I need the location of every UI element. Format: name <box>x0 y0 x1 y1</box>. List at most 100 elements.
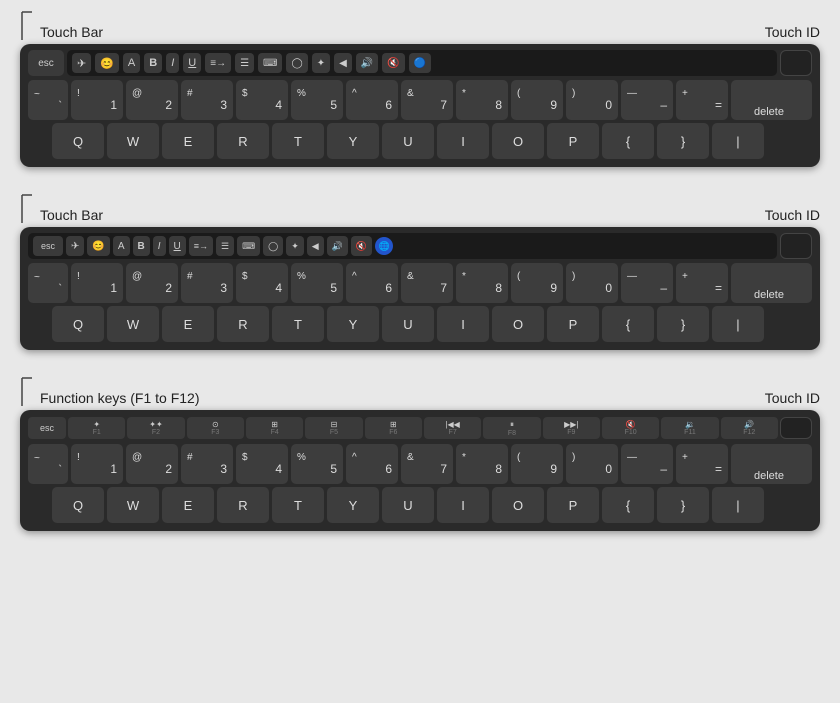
tb2-brightness[interactable]: ✦ <box>286 236 304 256</box>
key-t[interactable]: T <box>272 123 324 159</box>
key-3-1[interactable]: !1 <box>71 444 123 484</box>
tb-align[interactable]: ≡→ <box>205 53 231 73</box>
key-3-2[interactable]: @2 <box>126 444 178 484</box>
tb2-siri[interactable]: 🌐 <box>375 237 393 255</box>
key-p[interactable]: P <box>547 123 599 159</box>
key-lbrace[interactable]: { <box>602 123 654 159</box>
tb-bold[interactable]: B <box>144 53 162 73</box>
tb-keyboard[interactable]: ⌨ <box>258 53 282 73</box>
fn-f6[interactable]: ⊞F6 <box>365 417 422 439</box>
key-e[interactable]: E <box>162 123 214 159</box>
key-1[interactable]: !1 <box>71 80 123 120</box>
key-3-equals[interactable]: += <box>676 444 728 484</box>
key-3-r[interactable]: R <box>217 487 269 523</box>
key-delete1[interactable]: delete <box>731 80 812 120</box>
key-2-3[interactable]: #3 <box>181 263 233 303</box>
key-2-4[interactable]: $4 <box>236 263 288 303</box>
key-3-4[interactable]: $4 <box>236 444 288 484</box>
key-3-t[interactable]: T <box>272 487 324 523</box>
key-r[interactable]: R <box>217 123 269 159</box>
tb2-italic[interactable]: I <box>153 236 166 256</box>
key-2-minus[interactable]: —– <box>621 263 673 303</box>
tb2-emoji[interactable]: 😊 <box>87 236 109 256</box>
tb2-volume[interactable]: 🔊 <box>327 236 348 256</box>
key-3-rbrace[interactable]: } <box>657 487 709 523</box>
tb2-kbd[interactable]: ⌨ <box>237 236 260 256</box>
key-3-8[interactable]: *8 <box>456 444 508 484</box>
key-2-e[interactable]: E <box>162 306 214 342</box>
key-3-7[interactable]: &7 <box>401 444 453 484</box>
tb-font-a[interactable]: A <box>123 53 140 73</box>
tb-volume[interactable]: 🔊 <box>356 53 378 73</box>
fn-f2[interactable]: ✦✦F2 <box>127 417 184 439</box>
key-8[interactable]: *8 <box>456 80 508 120</box>
key-2-p[interactable]: P <box>547 306 599 342</box>
key-minus[interactable]: —– <box>621 80 673 120</box>
key-pipe[interactable]: | <box>712 123 764 159</box>
key-2[interactable]: @2 <box>126 80 178 120</box>
fn-f5[interactable]: ⊟F5 <box>305 417 362 439</box>
tb2-list[interactable]: ☰ <box>216 236 234 256</box>
tb2-back[interactable]: ◀ <box>307 236 324 256</box>
key-3-p[interactable]: P <box>547 487 599 523</box>
fn-f10[interactable]: 🔇F10 <box>602 417 659 439</box>
key-3-o[interactable]: O <box>492 487 544 523</box>
fn-f7[interactable]: |◀◀F7 <box>424 417 481 439</box>
tb-underline[interactable]: U <box>183 53 201 73</box>
key-3-0[interactable]: )0 <box>566 444 618 484</box>
fn-f9[interactable]: ▶▶|F9 <box>543 417 600 439</box>
key-tilde2[interactable]: ~ ` <box>28 263 68 303</box>
key-2-u[interactable]: U <box>382 306 434 342</box>
key-0[interactable]: )0 <box>566 80 618 120</box>
tb-list[interactable]: ☰ <box>235 53 254 73</box>
key-delete2[interactable]: delete <box>731 263 812 303</box>
key-3-q[interactable]: Q <box>52 487 104 523</box>
touch-id-btn3[interactable] <box>780 417 812 439</box>
key-2-r[interactable]: R <box>217 306 269 342</box>
key-2-7[interactable]: &7 <box>401 263 453 303</box>
tb-siri[interactable]: 🔵 <box>409 53 431 73</box>
key-2-6[interactable]: ^6 <box>346 263 398 303</box>
key-delete3[interactable]: delete <box>731 444 812 484</box>
tb-esc[interactable]: esc <box>33 236 63 256</box>
fn-f3[interactable]: ⊙F3 <box>187 417 244 439</box>
key-3-e[interactable]: E <box>162 487 214 523</box>
key-2-5[interactable]: %5 <box>291 263 343 303</box>
tb-italic[interactable]: I <box>166 53 179 73</box>
key-2-y[interactable]: Y <box>327 306 379 342</box>
key-3-w[interactable]: W <box>107 487 159 523</box>
key-o[interactable]: O <box>492 123 544 159</box>
tb2-underline[interactable]: U <box>169 236 186 256</box>
tb-circle[interactable]: ◯ <box>286 53 307 73</box>
key-equals[interactable]: += <box>676 80 728 120</box>
tb2-bold[interactable]: B <box>133 236 150 256</box>
key-3-minus[interactable]: —– <box>621 444 673 484</box>
key-u[interactable]: U <box>382 123 434 159</box>
tb2-align[interactable]: ≡→ <box>189 236 213 256</box>
key-3-6[interactable]: ^6 <box>346 444 398 484</box>
key-9[interactable]: (9 <box>511 80 563 120</box>
tb2-font-a[interactable]: A <box>113 236 130 256</box>
key-3-5[interactable]: %5 <box>291 444 343 484</box>
key-2-i[interactable]: I <box>437 306 489 342</box>
key-tilde1[interactable]: ~ ` <box>28 80 68 120</box>
tb-back[interactable]: ◀ <box>334 53 352 73</box>
key-2-2[interactable]: @2 <box>126 263 178 303</box>
key-2-8[interactable]: *8 <box>456 263 508 303</box>
key-6[interactable]: ^6 <box>346 80 398 120</box>
tb-send[interactable]: ✈ <box>72 53 91 73</box>
tb-brightness[interactable]: ✦ <box>312 53 330 73</box>
fn-f11[interactable]: 🔉F11 <box>661 417 718 439</box>
key-3-y[interactable]: Y <box>327 487 379 523</box>
key-3-lbrace[interactable]: { <box>602 487 654 523</box>
key-3[interactable]: #3 <box>181 80 233 120</box>
key-2-equals[interactable]: += <box>676 263 728 303</box>
key-3-9[interactable]: (9 <box>511 444 563 484</box>
fn-esc[interactable]: esc <box>28 417 66 439</box>
key-3-u[interactable]: U <box>382 487 434 523</box>
key-2-1[interactable]: !1 <box>71 263 123 303</box>
key-5[interactable]: %5 <box>291 80 343 120</box>
key-7[interactable]: &7 <box>401 80 453 120</box>
key-2-o[interactable]: O <box>492 306 544 342</box>
tb2-mute[interactable]: 🔇 <box>351 236 372 256</box>
